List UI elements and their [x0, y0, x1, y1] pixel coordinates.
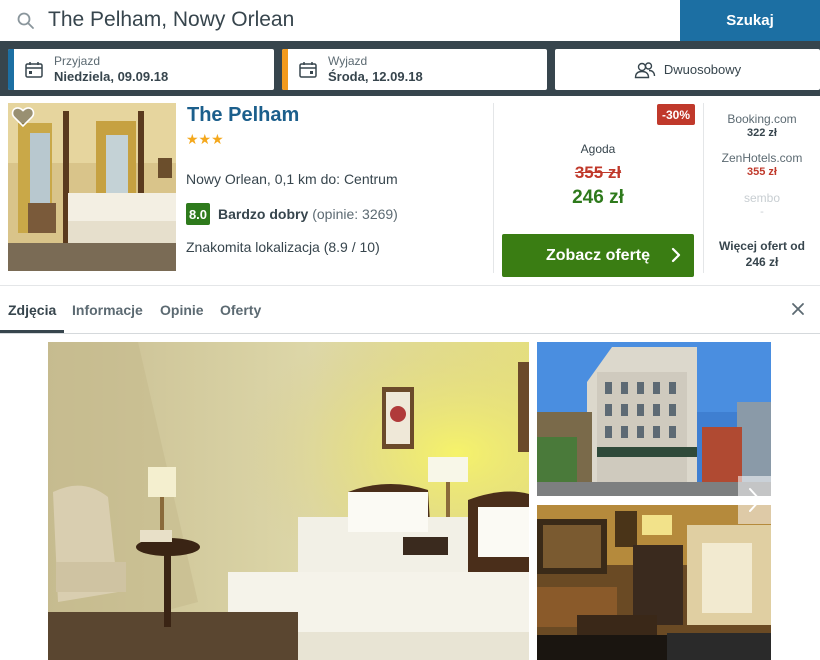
- close-icon[interactable]: [790, 301, 806, 317]
- guests-label: Dwuosobowy: [663, 62, 742, 77]
- guests-selector[interactable]: Dwuosobowy: [555, 49, 820, 90]
- rating-count: (opinie: 3269): [312, 206, 398, 222]
- checkin-accent: [8, 49, 14, 90]
- lobby-photo: [537, 505, 771, 660]
- hotel-photo-image: [8, 103, 176, 271]
- more-offers-link[interactable]: Więcej ofert od 246 zł: [706, 238, 818, 270]
- rating-row[interactable]: 8.0 Bardzo dobry (opinie: 3269): [186, 203, 398, 225]
- checkout-value: Środa, 12.09.18: [328, 69, 423, 84]
- search-query[interactable]: The Pelham, Nowy Orlean: [48, 8, 294, 32]
- active-tab-indicator: [0, 330, 64, 333]
- checkout-field[interactable]: Wyjazd Środa, 12.09.18: [282, 49, 547, 90]
- old-price: 355 zł: [574, 163, 622, 182]
- gallery-next-button[interactable]: [738, 476, 772, 524]
- checkout-accent: [282, 49, 288, 90]
- search-button[interactable]: Szukaj: [680, 0, 820, 41]
- gallery-thumb-exterior[interactable]: [537, 342, 771, 496]
- alt-offer-name: sembo: [743, 191, 781, 205]
- chevron-right-icon: [749, 488, 761, 512]
- calendar-icon: [299, 62, 317, 78]
- alt-offer-price: 322 zł: [747, 127, 777, 139]
- tab-info[interactable]: Informacje: [72, 302, 143, 318]
- more-offers-price: 246 zł: [745, 255, 779, 269]
- divider: [493, 103, 494, 273]
- hotel-name[interactable]: The Pelham: [187, 104, 299, 127]
- alt-offer-price: -: [760, 206, 764, 218]
- checkin-field[interactable]: Przyjazd Niedziela, 09.09.18: [8, 49, 274, 90]
- hotel-photo[interactable]: [8, 103, 176, 271]
- detail-tabs: Zdjęcia Informacje Opinie Oferty: [0, 287, 820, 334]
- tab-photos[interactable]: Zdjęcia: [8, 302, 56, 318]
- hotel-location: Nowy Orlean, 0,1 km do: Centrum: [186, 171, 398, 187]
- search-icon: [17, 12, 34, 29]
- alt-offer-booking[interactable]: Booking.com 322 zł: [706, 112, 818, 139]
- gallery-thumb-lobby[interactable]: [537, 505, 771, 660]
- alt-offer-name: Booking.com: [727, 112, 797, 126]
- rating-badge: 8.0: [186, 203, 210, 225]
- alt-offer-sembo[interactable]: sembo -: [706, 191, 818, 218]
- new-price: 246 zł: [572, 187, 624, 208]
- checkout-label: Wyjazd: [328, 54, 368, 68]
- discount-badge: -30%: [657, 104, 695, 125]
- gallery-main-photo[interactable]: [48, 342, 529, 660]
- chevron-right-icon: [671, 247, 681, 263]
- hotel-stars: ★★★: [186, 131, 224, 147]
- search-input[interactable]: The Pelham, Nowy Orlean: [0, 0, 680, 41]
- heart-icon[interactable]: [11, 106, 35, 128]
- search-bar: The Pelham, Nowy Orlean Szukaj Przyjazd …: [0, 0, 820, 96]
- alt-offer-price: 355 zł: [747, 166, 777, 178]
- checkin-label: Przyjazd: [54, 54, 101, 68]
- deal-provider: Agoda: [580, 142, 616, 156]
- rating-text: Bardzo dobry: [218, 206, 309, 222]
- hotel-card: The Pelham ★★★ Nowy Orlean, 0,1 km do: C…: [0, 96, 820, 286]
- tab-reviews[interactable]: Opinie: [160, 302, 204, 318]
- calendar-icon: [25, 62, 43, 78]
- alt-offer-zenhotels[interactable]: ZenHotels.com 355 zł: [706, 151, 818, 178]
- alt-offer-name: ZenHotels.com: [721, 151, 803, 165]
- more-offers-label: Więcej ofert od: [719, 239, 805, 253]
- exterior-photo: [537, 342, 771, 496]
- view-deal-button[interactable]: Zobacz ofertę: [502, 234, 694, 277]
- divider: [703, 103, 704, 273]
- view-deal-label: Zobacz ofertę: [546, 246, 651, 264]
- tab-offers[interactable]: Oferty: [220, 302, 261, 318]
- room-photo: [48, 342, 529, 660]
- guests-icon: [634, 61, 656, 78]
- checkin-value: Niedziela, 09.09.18: [54, 69, 169, 84]
- location-score: Znakomita lokalizacja (8.9 / 10): [186, 239, 380, 255]
